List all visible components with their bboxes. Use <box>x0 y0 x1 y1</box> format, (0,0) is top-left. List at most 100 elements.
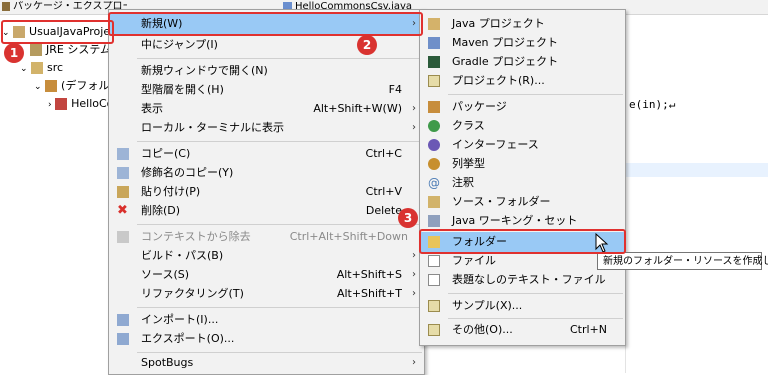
menu-item-label: 列挙型 <box>452 157 485 170</box>
menu-item-label: 表題なしのテキスト・ファイル <box>452 273 606 286</box>
import-icon <box>117 314 129 326</box>
step-badge-3: 3 <box>398 208 418 228</box>
submenu-item-file[interactable]: ファイル <box>420 251 625 271</box>
menu-separator <box>137 224 422 225</box>
submenu-item-source-folder[interactable]: ソース・フォルダー <box>420 192 625 212</box>
menu-item-label: Maven プロジェクト <box>452 36 558 49</box>
menu-item-label: サンプル(X)... <box>452 299 523 312</box>
submenu-item-sample[interactable]: サンプル(X)... <box>420 296 625 316</box>
submenu-item-package[interactable]: パッケージ <box>420 97 625 117</box>
menu-item-delete[interactable]: ✖ 削除(D) Delete <box>109 201 424 221</box>
submenu-item-annotation[interactable]: @ 注釈 <box>420 173 625 193</box>
chevron-right-icon: › <box>412 122 416 133</box>
annotation-box-folder <box>419 229 626 254</box>
menu-item-build-path[interactable]: ビルド・パス(B) › <box>109 246 424 266</box>
menu-item-label: ソース(S) <box>141 268 190 281</box>
menu-separator <box>137 141 422 142</box>
export-icon <box>117 333 129 345</box>
submenu-item-interface[interactable]: インターフェース <box>420 135 625 155</box>
menu-accelerator: Delete <box>365 204 402 217</box>
file-icon <box>428 255 440 267</box>
menu-item-copy-qualified[interactable]: 修飾名のコピー(Y) <box>109 163 424 183</box>
menu-item-label: SpotBugs <box>141 356 194 369</box>
step-badge-2: 2 <box>357 35 377 55</box>
submenu-item-maven-project[interactable]: Maven プロジェクト <box>420 33 625 53</box>
menu-item-label: 貼り付け(P) <box>141 185 201 198</box>
menu-item-paste[interactable]: 貼り付け(P) Ctrl+V <box>109 182 424 202</box>
chevron-right-icon: › <box>412 269 416 280</box>
menu-accelerator: Ctrl+Alt+Shift+Down <box>289 230 408 243</box>
src-label: src <box>47 61 64 74</box>
tree-item-src[interactable]: ⌄ src <box>20 59 63 77</box>
menu-item-open-window[interactable]: 新規ウィンドウで開く(N) <box>109 61 424 81</box>
submenu-item-other[interactable]: その他(O)... Ctrl+N <box>420 320 625 340</box>
package-icon <box>45 80 58 92</box>
submenu-item-java-project[interactable]: Java プロジェクト <box>420 14 625 34</box>
source-folder-icon <box>428 196 440 208</box>
chevron-down-icon: ⌄ <box>20 64 28 74</box>
menu-item-spotbugs[interactable]: SpotBugs › <box>109 353 424 373</box>
menu-separator <box>448 293 623 294</box>
menu-item-label: ビルド・パス(B) <box>141 249 224 262</box>
class-icon <box>428 120 440 132</box>
menu-item-label: 注釈 <box>452 176 474 189</box>
editor-area[interactable]: e(in);↵ <box>625 15 768 373</box>
menu-item-label: コピー(C) <box>141 147 191 160</box>
menu-item-copy[interactable]: コピー(C) Ctrl+C <box>109 144 424 164</box>
source-folder-icon <box>31 62 44 74</box>
package-explorer-icon <box>2 1 10 11</box>
menu-accelerator: Ctrl+V <box>365 185 402 198</box>
menu-item-label: コンテキストから除去 <box>141 230 251 243</box>
other-wizard-icon <box>428 324 440 336</box>
menu-item-label: リファクタリング(T) <box>141 287 244 300</box>
package-explorer: ⌄ UsualJavaProject JRE システム・ライブラリー ⌄ src… <box>0 15 200 373</box>
menu-item-source[interactable]: ソース(S) Alt+Shift+S › <box>109 265 424 285</box>
current-line-highlight <box>626 163 768 177</box>
context-menu: 新規(W) › 中にジャンプ(I) 新規ウィンドウで開く(N) 型階層を開く(H… <box>108 9 425 375</box>
annotation-box-new <box>108 12 423 36</box>
annotation-box-project <box>1 20 114 44</box>
menu-item-label: Java プロジェクト <box>452 17 545 30</box>
enum-icon <box>428 158 440 170</box>
menu-item-label: プロジェクト(R)... <box>452 74 545 87</box>
submenu-item-gradle-project[interactable]: Gradle プロジェクト <box>420 52 625 72</box>
menu-item-label: ソース・フォルダー <box>452 195 551 208</box>
step-badge-1: 1 <box>4 43 24 63</box>
menu-item-label: ファイル <box>452 254 496 267</box>
menu-item-import[interactable]: インポート(I)... <box>109 310 424 330</box>
chevron-right-icon: › <box>412 250 416 261</box>
menu-item-label: 中にジャンプ(I) <box>141 38 218 51</box>
package-icon <box>428 101 440 113</box>
submenu-item-untitled-text[interactable]: 表題なしのテキスト・ファイル <box>420 270 625 290</box>
code-line: e(in);↵ <box>629 98 676 111</box>
menu-item-label: 修飾名のコピー(Y) <box>141 166 234 179</box>
menu-accelerator: Alt+Shift+T <box>336 287 402 300</box>
working-set-icon <box>428 215 440 227</box>
submenu-item-project[interactable]: プロジェクト(R)... <box>420 71 625 91</box>
gradle-project-icon <box>428 56 440 68</box>
menu-item-label: 新規ウィンドウで開く(N) <box>141 64 268 77</box>
chevron-right-icon: › <box>412 357 416 368</box>
project-wizard-icon <box>428 75 440 87</box>
menu-item-type-hierarchy[interactable]: 型階層を開く(H) F4 <box>109 80 424 100</box>
menu-item-label: Gradle プロジェクト <box>452 55 559 68</box>
paste-icon <box>117 186 129 198</box>
menu-item-label: 削除(D) <box>141 204 181 217</box>
menu-item-remove-context[interactable]: コンテキストから除去 Ctrl+Alt+Shift+Down <box>109 227 424 247</box>
menu-item-label: Java ワーキング・セット <box>452 214 578 227</box>
menu-item-show-in-terminal[interactable]: ローカル・ターミナルに表示 › <box>109 118 424 138</box>
submenu-item-class[interactable]: クラス <box>420 116 625 136</box>
menu-item-label: 型階層を開く(H) <box>141 83 224 96</box>
menu-item-refactor[interactable]: リファクタリング(T) Alt+Shift+T › <box>109 284 424 304</box>
menu-item-label: ローカル・ターミナルに表示 <box>141 121 284 134</box>
menu-item-label: インターフェース <box>452 138 539 151</box>
menu-accelerator: Ctrl+C <box>365 147 402 160</box>
submenu-item-working-set[interactable]: Java ワーキング・セット <box>420 211 625 231</box>
library-icon <box>30 44 42 56</box>
menu-accelerator: Alt+Shift+W(W) <box>313 102 402 115</box>
copy-qualified-icon <box>117 167 129 179</box>
submenu-item-enum[interactable]: 列挙型 <box>420 154 625 174</box>
chevron-right-icon: › <box>48 100 52 110</box>
menu-item-show-in[interactable]: 表示 Alt+Shift+W(W) › <box>109 99 424 119</box>
menu-item-export[interactable]: エクスポート(O)... <box>109 329 424 349</box>
